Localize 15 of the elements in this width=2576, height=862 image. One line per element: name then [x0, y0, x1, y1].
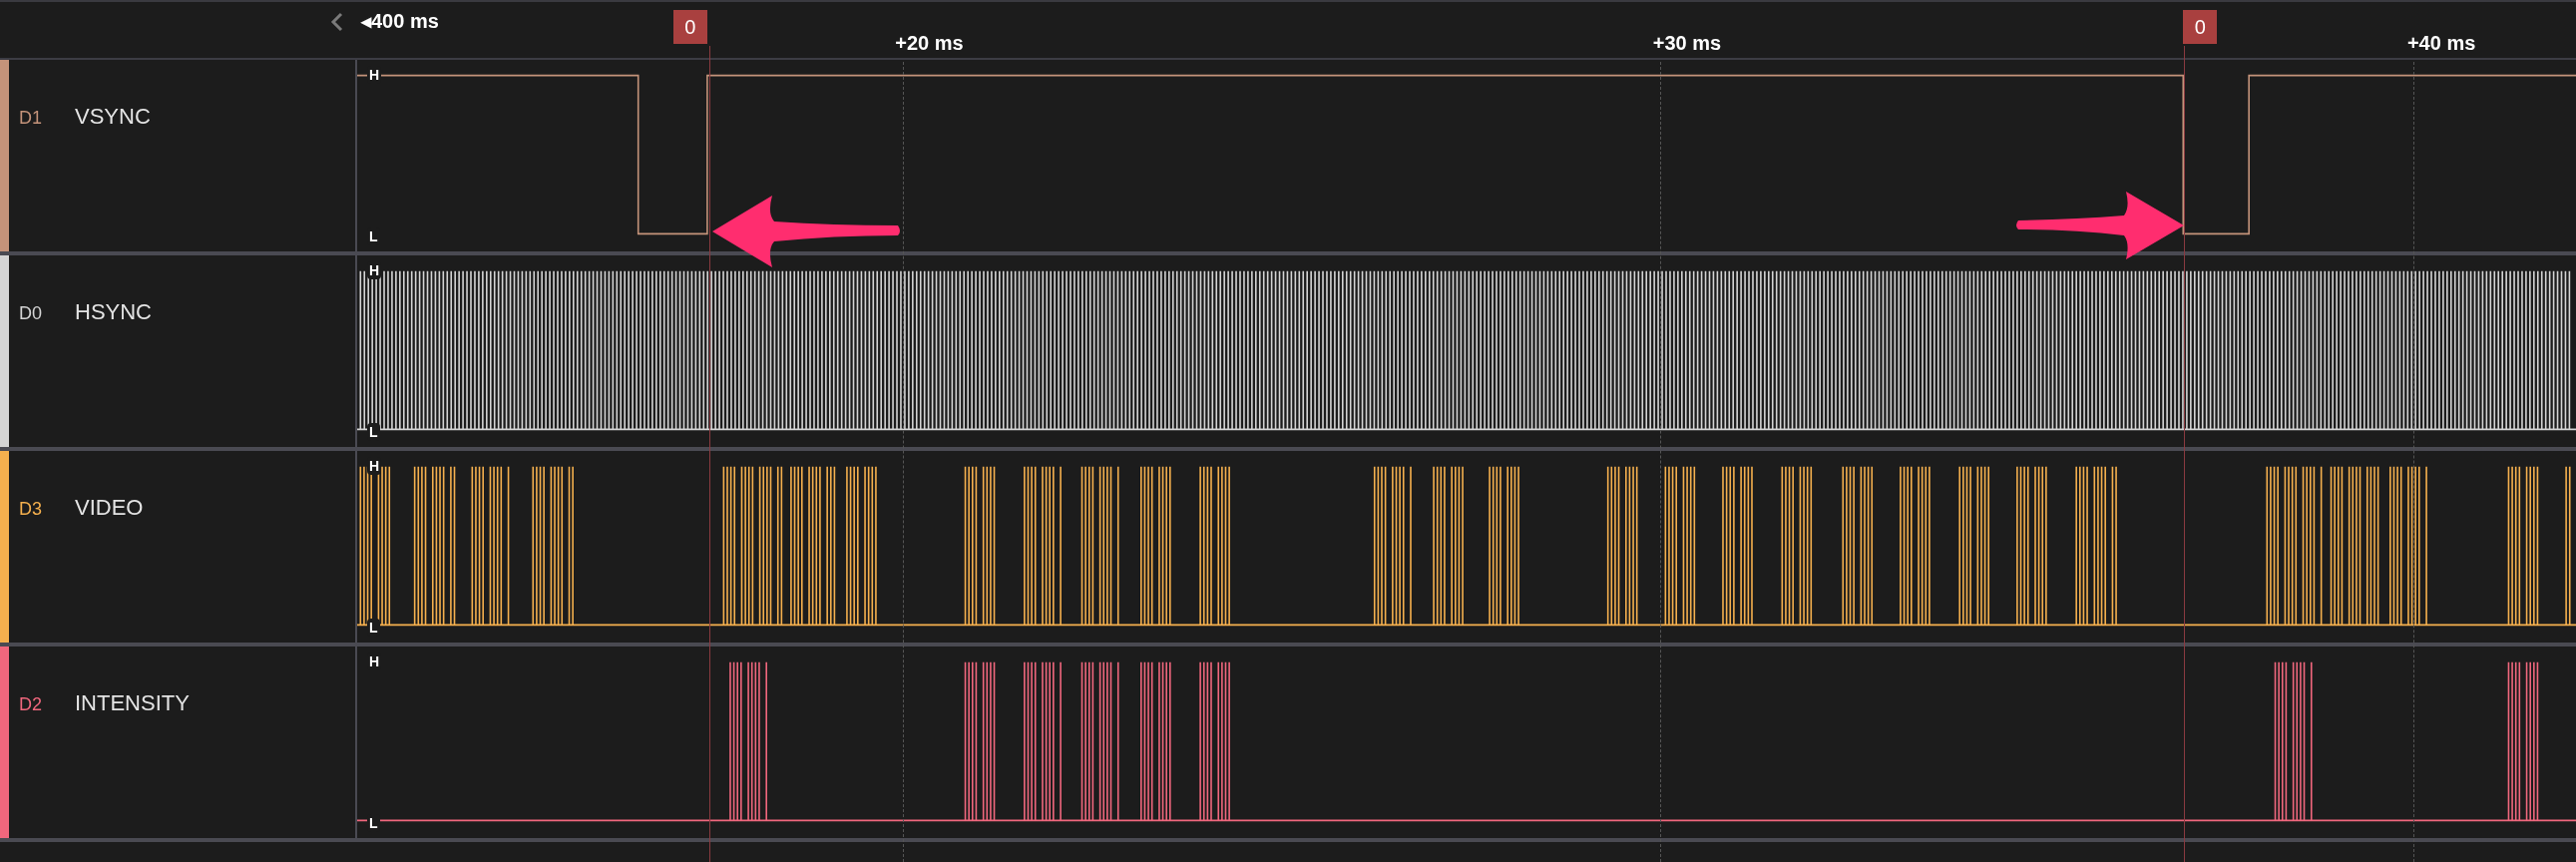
channel-id: D0 — [19, 302, 43, 325]
marker-flag[interactable]: 0 — [2183, 10, 2218, 44]
channel-name: HSYNC — [75, 298, 152, 326]
channel-name: INTENSITY — [75, 689, 190, 717]
channel-id: D3 — [19, 498, 43, 521]
time-label: ◂400 ms — [361, 9, 439, 34]
channel-id: D1 — [19, 107, 43, 130]
time-label: +30 ms — [1652, 31, 1722, 56]
channel-id: D2 — [19, 693, 43, 716]
time-label: +40 ms — [2406, 31, 2476, 56]
chevron-left-icon[interactable] — [329, 11, 345, 33]
time-label: +20 ms — [895, 31, 964, 56]
channel-name: VSYNC — [75, 103, 151, 131]
channel-name: VIDEO — [75, 494, 144, 522]
marker-flag[interactable]: 0 — [672, 10, 707, 44]
